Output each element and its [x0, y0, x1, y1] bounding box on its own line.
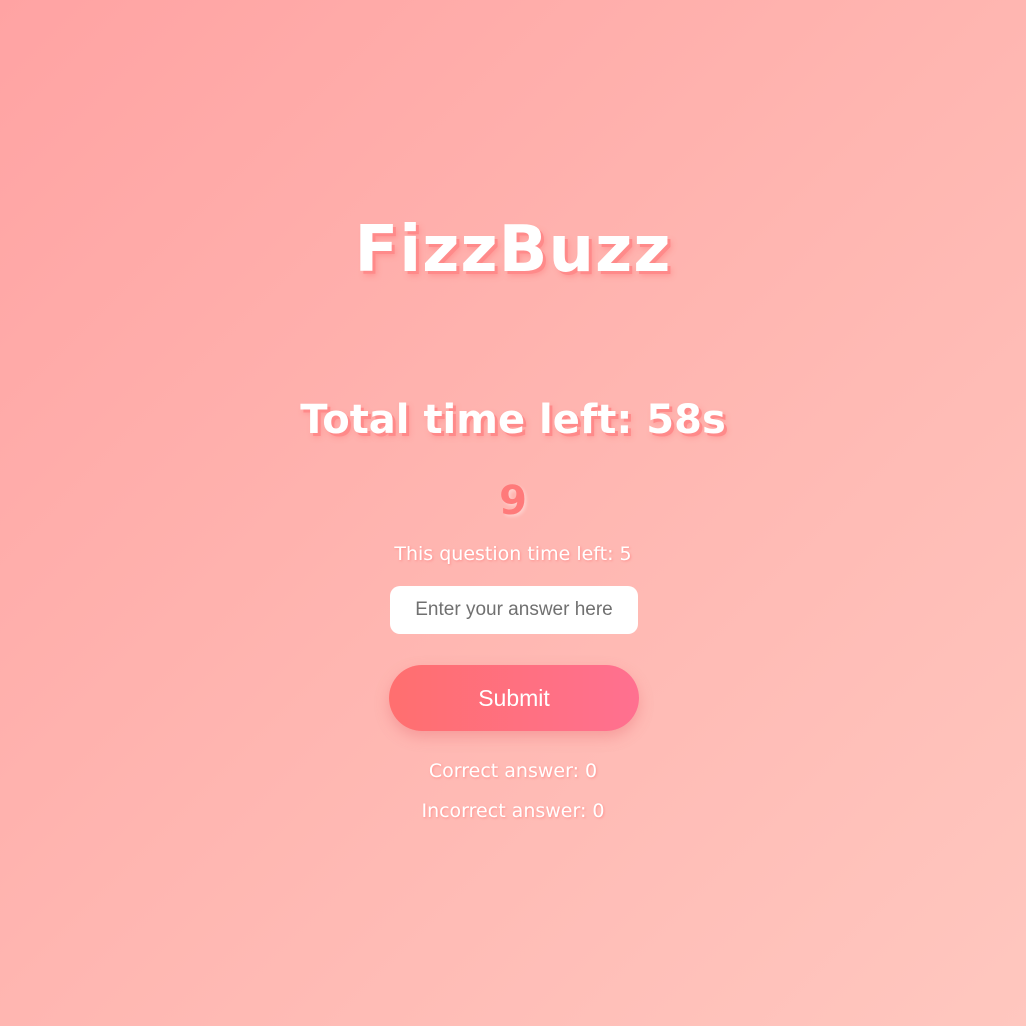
current-number: 9: [499, 478, 527, 524]
submit-button[interactable]: Submit: [389, 665, 639, 731]
answer-input[interactable]: [390, 586, 638, 634]
total-time-left: Total time left: 58s: [300, 397, 726, 443]
question-time-left: This question time left: 5: [394, 543, 632, 565]
correct-answer-count: Correct answer: 0: [428, 760, 598, 782]
page-title: FizzBuzz: [354, 213, 672, 287]
incorrect-answer-count: Incorrect answer: 0: [421, 800, 605, 822]
